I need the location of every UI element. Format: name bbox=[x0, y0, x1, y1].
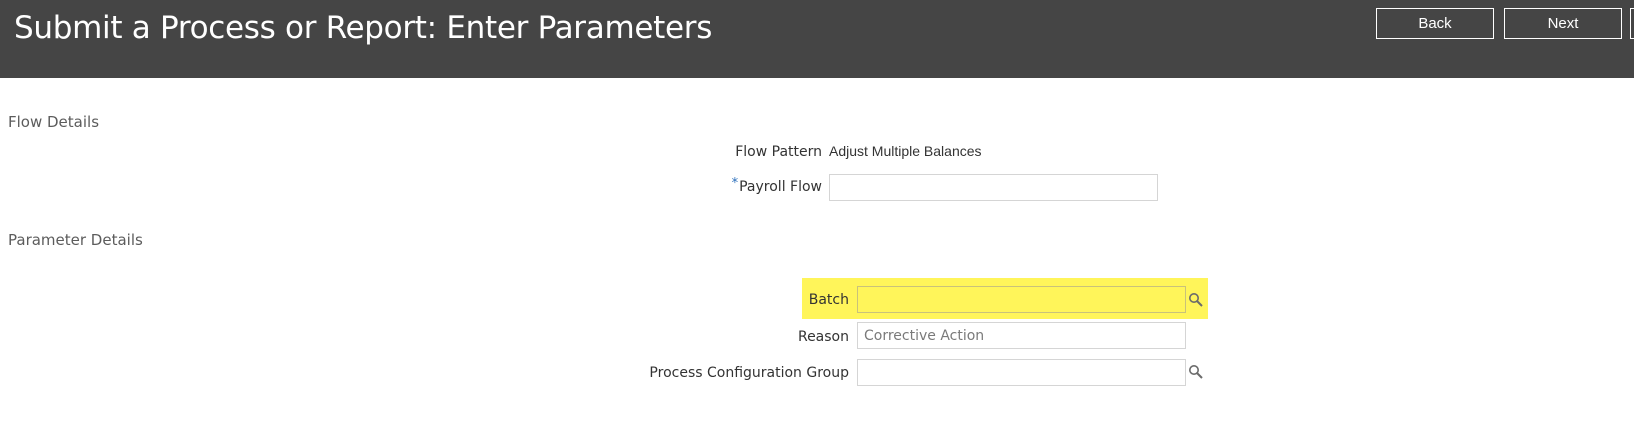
submit-button-edge[interactable] bbox=[1630, 8, 1634, 39]
reason-input[interactable] bbox=[857, 322, 1186, 349]
search-icon[interactable] bbox=[1188, 292, 1204, 308]
batch-label: Batch bbox=[808, 292, 849, 308]
flow-pattern-label: Flow Pattern bbox=[735, 144, 822, 160]
flow-details-heading: Flow Details bbox=[8, 113, 100, 131]
batch-input[interactable] bbox=[857, 286, 1186, 313]
parameter-details-heading: Parameter Details bbox=[8, 231, 143, 249]
page-header: Submit a Process or Report: Enter Parame… bbox=[0, 0, 1634, 78]
search-icon[interactable] bbox=[1188, 364, 1204, 380]
page-title: Submit a Process or Report: Enter Parame… bbox=[14, 10, 713, 46]
payroll-flow-input[interactable] bbox=[829, 174, 1158, 201]
payroll-flow-label-text: Payroll Flow bbox=[739, 179, 822, 195]
required-marker: * bbox=[731, 176, 739, 191]
reason-label: Reason bbox=[797, 329, 849, 345]
process-configuration-group-label: Process Configuration Group bbox=[649, 365, 849, 381]
next-button[interactable]: Next bbox=[1504, 8, 1622, 39]
process-configuration-group-input[interactable] bbox=[857, 359, 1186, 386]
payroll-flow-label: *Payroll Flow bbox=[731, 176, 822, 195]
back-button[interactable]: Back bbox=[1376, 8, 1494, 39]
flow-pattern-value: Adjust Multiple Balances bbox=[829, 143, 982, 159]
